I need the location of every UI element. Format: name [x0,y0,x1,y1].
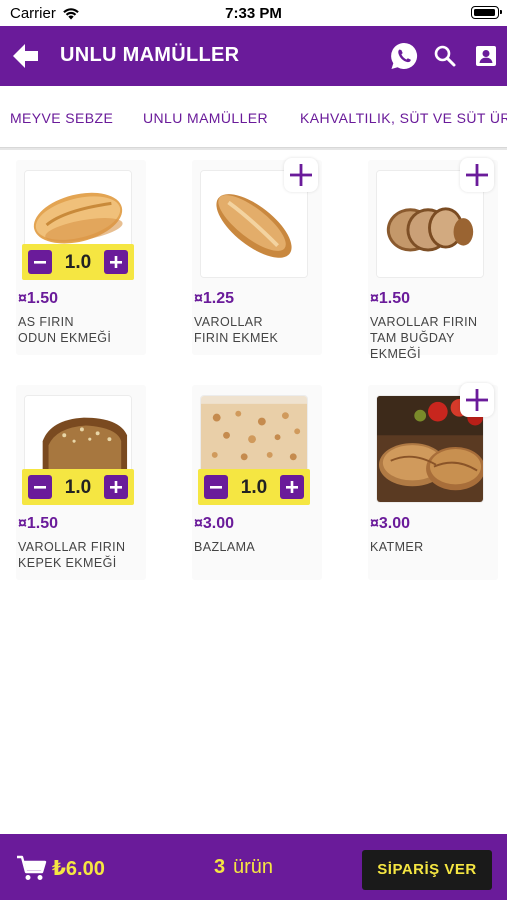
product-card[interactable]: 1.0 ¤1.50 AS FIRIN ODUN EKMEĞİ [16,160,146,355]
quantity-stepper: 1.0 [22,469,134,505]
plus-icon [110,481,122,493]
quantity-value: 1.0 [64,252,92,273]
product-name-line: VAROLLAR FIRIN [370,315,478,329]
category-tabs: MEYVE SEBZE UNLU MAMÜLLER KAHVALTILIK, S… [0,86,507,148]
status-time: 7:33 PM [225,5,282,22]
product-price: ¤1.50 [370,290,411,307]
product-name-line: KATMER [370,540,424,554]
product-card[interactable]: 1.0 ¤3.00 BAZLAMA [192,385,322,580]
minus-icon [34,261,46,264]
add-to-cart-button[interactable] [460,383,494,417]
whatsapp-button[interactable] [389,41,419,71]
back-arrow-icon [13,44,38,68]
battery-icon [471,6,502,19]
product-name-line: BAZLAMA [194,540,256,554]
plus-icon [466,389,488,411]
increase-button[interactable] [104,250,128,274]
product-name: VAROLLAR FIRIN EKMEK [194,314,322,346]
minus-icon [34,486,46,489]
tab-kahvaltilik[interactable]: KAHVALTILIK, SÜT VE SÜT ÜR [300,110,507,126]
quantity-value: 1.0 [64,477,92,498]
cart-summary-bar: ₺6.00 3 ürün SİPARİŞ VER [0,834,507,900]
tab-meyve-sebze[interactable]: MEYVE SEBZE [10,110,113,126]
cart-button[interactable] [16,854,48,882]
back-button[interactable] [10,40,42,72]
product-card[interactable]: ¤3.00 KATMER [368,383,498,580]
product-price: ¤3.00 [370,515,411,532]
product-card[interactable]: ¤1.50 VAROLLAR FIRIN TAM BUĞDAY EKMEĞİ [368,158,498,361]
quantity-stepper: 1.0 [22,244,134,280]
search-icon [434,45,456,67]
cart-total: ₺6.00 [52,858,105,880]
status-bar: Carrier 7:33 PM [0,0,507,26]
product-name: BAZLAMA [194,539,322,555]
product-name: AS FIRIN ODUN EKMEĞİ [18,314,146,346]
quantity-value: 1.0 [240,477,268,498]
product-price: ¤1.25 [194,290,235,307]
product-name-line: TAM BUĞDAY [370,331,455,345]
add-to-cart-button[interactable] [284,158,318,192]
increase-button[interactable] [280,475,304,499]
contact-button[interactable] [471,41,501,71]
cart-item-label: ürün [233,856,274,878]
tab-unlu-mamuller[interactable]: UNLU MAMÜLLER [143,110,268,126]
plus-icon [466,164,488,186]
decrease-button[interactable] [204,475,228,499]
add-to-cart-button[interactable] [460,158,494,192]
product-name: VAROLLAR FIRIN KEPEK EKMEĞİ [18,539,146,571]
whatsapp-icon [391,42,418,69]
plus-icon [286,481,298,493]
app-header: UNLU MAMÜLLER [0,26,507,86]
product-name-line: VAROLLAR FIRIN [18,540,126,554]
product-price: ¤1.50 [18,290,59,307]
plus-icon [290,164,312,186]
product-price: ¤1.50 [18,515,59,532]
increase-button[interactable] [104,475,128,499]
decrease-button[interactable] [28,250,52,274]
product-name: VAROLLAR FIRIN TAM BUĞDAY EKMEĞİ [370,314,498,362]
cart-item-count: 3 [214,856,226,878]
page-title: UNLU MAMÜLLER [60,44,240,66]
product-name-line: KEPEK EKMEĞİ [18,556,117,570]
minus-icon [210,486,222,489]
contact-card-icon [476,46,496,66]
product-price: ¤3.00 [194,515,235,532]
product-name-line: AS FIRIN [18,315,74,329]
shopping-cart-icon [17,855,47,880]
category-divider [0,148,507,150]
plus-icon [110,256,122,268]
product-name-line: ODUN EKMEĞİ [18,331,112,345]
product-card[interactable]: 1.0 ¤1.50 VAROLLAR FIRIN KEPEK EKMEĞİ [16,385,146,580]
product-name: KATMER [370,539,498,555]
search-button[interactable] [430,41,460,71]
product-card[interactable]: ¤1.25 VAROLLAR FIRIN EKMEK [192,158,322,355]
place-order-button[interactable]: SİPARİŞ VER [362,850,492,890]
quantity-stepper: 1.0 [198,469,310,505]
product-name-line: VAROLLAR [194,315,263,329]
decrease-button[interactable] [28,475,52,499]
product-name-line: EKMEĞİ [370,347,422,361]
product-name-line: FIRIN EKMEK [194,331,279,345]
